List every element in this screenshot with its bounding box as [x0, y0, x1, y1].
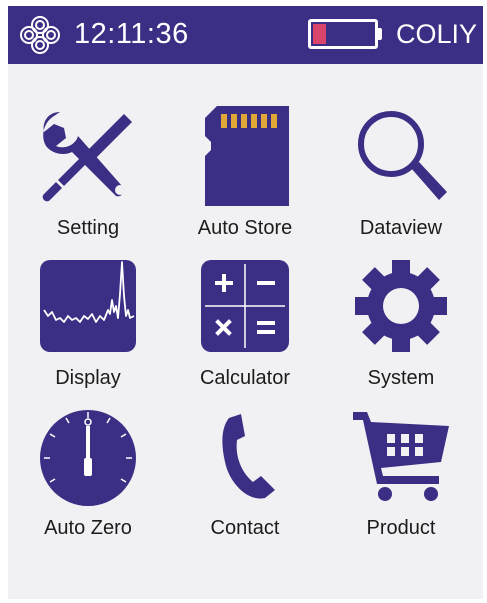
app-label: Dataview: [359, 217, 443, 239]
app-label: Contact: [210, 517, 280, 539]
app-setting[interactable]: Setting: [13, 106, 163, 246]
phone-handset-icon: [222, 414, 275, 499]
home-screen: 12:11:36 COLIY Setting Auto Store Datavi…: [8, 6, 483, 599]
app-display[interactable]: Display: [13, 256, 163, 396]
app-label: Auto Store: [197, 217, 293, 239]
app-label: System: [367, 367, 435, 389]
wrench-screwdriver-icon: [42, 112, 132, 202]
dial-gauge-icon: [40, 410, 136, 506]
app-dataview[interactable]: Dataview: [326, 106, 476, 246]
app-system[interactable]: System: [326, 256, 476, 396]
magnifier-icon: [358, 111, 447, 200]
app-label: Calculator: [199, 367, 291, 389]
app-calculator[interactable]: Calculator: [170, 256, 320, 396]
shopping-cart-icon: [353, 412, 449, 501]
sd-card-icon: [205, 106, 289, 206]
gear-icon: [355, 260, 447, 352]
app-auto-zero[interactable]: Auto Zero: [13, 406, 163, 546]
logo-icon: [20, 16, 60, 54]
app-contact[interactable]: Contact: [170, 406, 320, 546]
app-label: Setting: [56, 217, 120, 239]
app-label: Product: [366, 517, 436, 539]
app-label: Auto Zero: [44, 517, 132, 539]
spectrum-display-icon: [40, 260, 136, 352]
brand-name: COLIY: [396, 19, 478, 49]
app-label: Display: [55, 367, 121, 389]
battery-level-fill: [313, 24, 326, 44]
calculator-icon: [201, 260, 289, 352]
app-product[interactable]: Product: [326, 406, 476, 546]
status-bar: 12:11:36 COLIY: [8, 6, 483, 64]
app-auto-store[interactable]: Auto Store: [170, 106, 320, 246]
battery-terminal: [378, 28, 382, 40]
clock-time: 12:11:36: [74, 18, 189, 50]
battery-indicator: [308, 19, 378, 49]
